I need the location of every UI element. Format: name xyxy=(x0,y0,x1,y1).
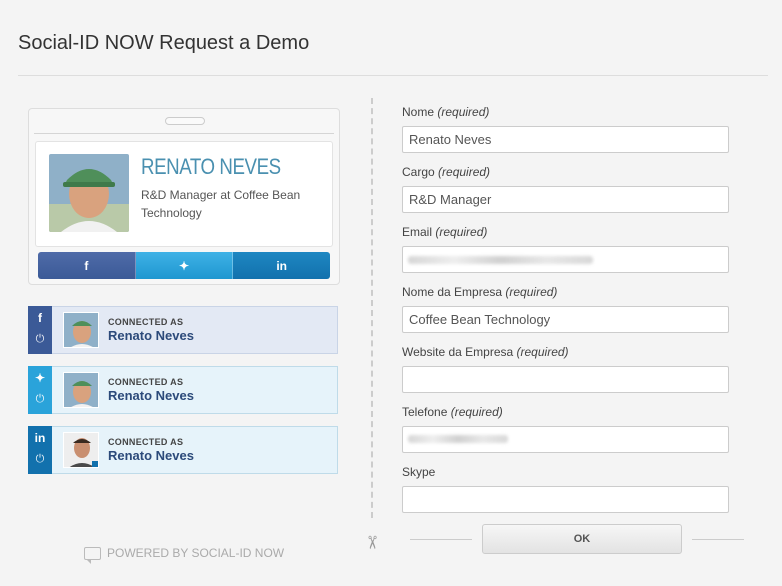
field-label-nome: Nome (required) xyxy=(402,105,490,119)
connected-as-label: CONNECTED AS xyxy=(108,317,184,327)
field-label-website: Website da Empresa (required) xyxy=(402,345,569,359)
scissors-icon: ✂ xyxy=(362,534,383,551)
twitter-icon: ✦ xyxy=(34,371,46,385)
website-input[interactable] xyxy=(402,366,729,393)
share-twitter-button[interactable]: ✦ xyxy=(135,252,234,279)
linkedin-icon: in xyxy=(276,258,288,273)
page-title: Social-ID NOW Request a Demo xyxy=(18,32,310,54)
facebook-tab[interactable]: f ⏻ xyxy=(28,306,52,354)
skype-input[interactable] xyxy=(402,486,729,513)
twitter-tab[interactable]: ✦ ⏻ xyxy=(28,366,52,414)
nome-input[interactable] xyxy=(402,126,729,153)
share-linkedin-button[interactable]: in xyxy=(233,252,330,279)
powered-by[interactable]: POWERED BY SOCIAL-ID NOW xyxy=(84,546,285,564)
card-slot xyxy=(165,117,205,125)
connection-linkedin: in ⏻ CONNECTED AS Renato Neves xyxy=(28,426,338,474)
share-bar: f ✦ in xyxy=(38,252,330,279)
avatar xyxy=(63,432,99,468)
chat-bubble-icon xyxy=(84,546,101,564)
redacted-phone xyxy=(408,435,508,443)
linkedin-tab[interactable]: in ⏻ xyxy=(28,426,52,474)
power-icon[interactable]: ⏻ xyxy=(36,393,45,406)
cargo-input[interactable] xyxy=(402,186,729,213)
field-label-telefone: Telefone (required) xyxy=(402,405,503,419)
facebook-icon: f xyxy=(84,258,89,273)
ok-button[interactable]: OK xyxy=(482,524,682,554)
connection-facebook: f ⏻ CONNECTED AS Renato Neves xyxy=(28,306,338,354)
profile-name: RENATO NEVES xyxy=(141,154,281,179)
twitter-icon: ✦ xyxy=(178,258,190,273)
connected-as-label: CONNECTED AS xyxy=(108,437,184,447)
powered-by-label: POWERED BY SOCIAL-ID NOW xyxy=(107,546,285,560)
profile-summary: RENATO NEVES R&D Manager at Coffee Bean … xyxy=(35,141,333,247)
connection-twitter: ✦ ⏻ CONNECTED AS Renato Neves xyxy=(28,366,338,414)
field-label-email: Email (required) xyxy=(402,225,488,239)
ok-rule-right xyxy=(692,539,744,540)
connected-name: Renato Neves xyxy=(108,388,194,403)
field-label-cargo: Cargo (required) xyxy=(402,165,491,179)
connected-name: Renato Neves xyxy=(108,328,194,343)
connected-as-label: CONNECTED AS xyxy=(108,377,184,387)
power-icon[interactable]: ⏻ xyxy=(36,333,45,346)
field-label-skype: Skype xyxy=(402,465,436,479)
dashed-divider xyxy=(371,98,373,518)
power-icon[interactable]: ⏻ xyxy=(36,453,45,466)
ok-rule-left xyxy=(410,539,472,540)
avatar xyxy=(63,372,99,408)
facebook-icon: f xyxy=(38,311,42,325)
avatar xyxy=(63,312,99,348)
profile-role: R&D Manager at Coffee Bean Technology xyxy=(141,188,301,220)
redacted-email xyxy=(408,256,593,264)
title-divider xyxy=(18,75,768,76)
avatar xyxy=(49,154,129,232)
share-facebook-button[interactable]: f xyxy=(38,252,136,279)
linkedin-icon: in xyxy=(34,431,46,445)
field-label-nome-empresa: Nome da Empresa (required) xyxy=(402,285,558,299)
company-name-input[interactable] xyxy=(402,306,729,333)
card-divider xyxy=(34,133,334,134)
profile-card: RENATO NEVES R&D Manager at Coffee Bean … xyxy=(28,108,340,285)
connected-name: Renato Neves xyxy=(108,448,194,463)
